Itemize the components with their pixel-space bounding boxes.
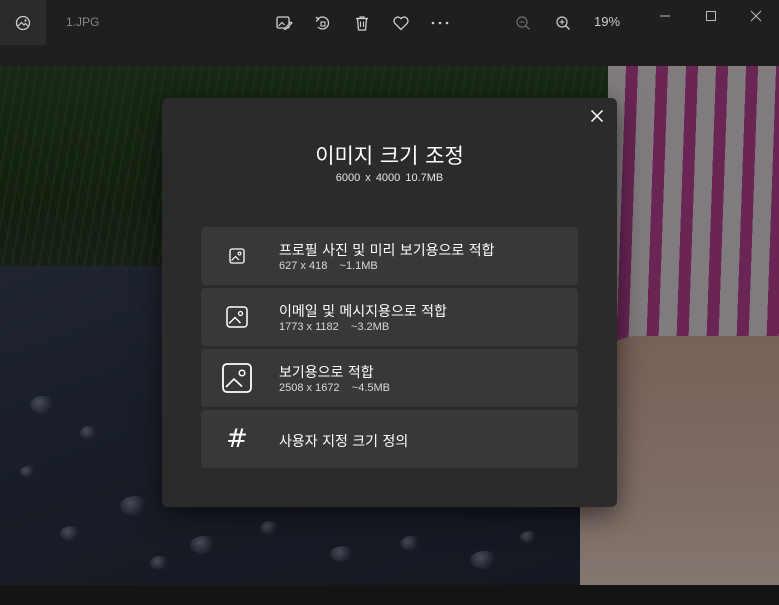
favorite-button[interactable] — [389, 11, 413, 35]
rotate-button[interactable] — [311, 11, 335, 35]
option-size-detail: 2508 x 1672 ~4.5MB — [279, 382, 390, 394]
delete-button[interactable] — [350, 11, 374, 35]
image-medium-icon — [226, 306, 248, 328]
close-icon — [750, 10, 762, 22]
close-icon — [590, 109, 604, 123]
maximize-button[interactable] — [696, 4, 726, 28]
option-size-detail: 1773 x 1182 ~3.2MB — [279, 321, 390, 333]
minimize-button[interactable] — [650, 4, 680, 28]
option-label: 사용자 지정 크기 정의 — [279, 434, 409, 450]
title-bar: 1.JPG 19% — [0, 0, 779, 45]
dialog-close-button[interactable] — [585, 104, 609, 128]
favorite-icon — [393, 16, 409, 31]
option-label: 프로필 사진 및 미리 보기용으로 적합 — [279, 243, 495, 259]
resize-option-custom[interactable]: # 사용자 지정 크기 정의 — [201, 410, 578, 468]
file-name: 1.JPG — [66, 15, 100, 29]
edit-image-button[interactable] — [272, 11, 296, 35]
maximize-icon — [706, 11, 716, 21]
window-close-button[interactable] — [741, 4, 771, 28]
delete-icon — [356, 16, 368, 31]
original-size-info: 6000 x 4000 10.7MB — [335, 172, 444, 184]
resize-option-medium[interactable]: 이메일 및 메시지용으로 적합 1773 x 1182 ~3.2MB — [201, 288, 578, 346]
resize-option-small[interactable]: 프로필 사진 및 미리 보기용으로 적합 627 x 418 ~1.1MB — [201, 227, 578, 285]
option-label: 보기용으로 적합 — [279, 365, 374, 381]
resize-option-large[interactable]: 보기용으로 적합 2508 x 1672 ~4.5MB — [201, 349, 578, 407]
minimize-icon — [660, 15, 670, 17]
edit-image-icon — [276, 16, 293, 31]
more-icon — [431, 21, 449, 25]
more-button[interactable] — [428, 11, 452, 35]
rotate-icon — [315, 16, 330, 30]
hash-icon: # — [226, 424, 248, 454]
zoom-in-icon — [556, 16, 570, 30]
option-size-detail: 627 x 418 ~1.1MB — [279, 260, 378, 272]
image-large-icon — [222, 363, 252, 393]
zoom-level[interactable]: 19% — [594, 14, 620, 29]
photos-app-icon — [15, 15, 31, 30]
photos-app-button[interactable] — [0, 0, 46, 45]
dialog-title: 이미지 크기 조정 — [315, 144, 464, 168]
zoom-in-button[interactable] — [551, 11, 575, 35]
zoom-out-button[interactable] — [511, 11, 535, 35]
image-small-icon — [229, 248, 245, 264]
option-label: 이메일 및 메시지용으로 적합 — [279, 304, 447, 320]
bottom-bar — [0, 585, 779, 605]
resize-image-dialog: 이미지 크기 조정 6000 x 4000 10.7MB 프로필 사진 및 미리… — [162, 98, 617, 507]
zoom-out-icon — [516, 16, 530, 30]
